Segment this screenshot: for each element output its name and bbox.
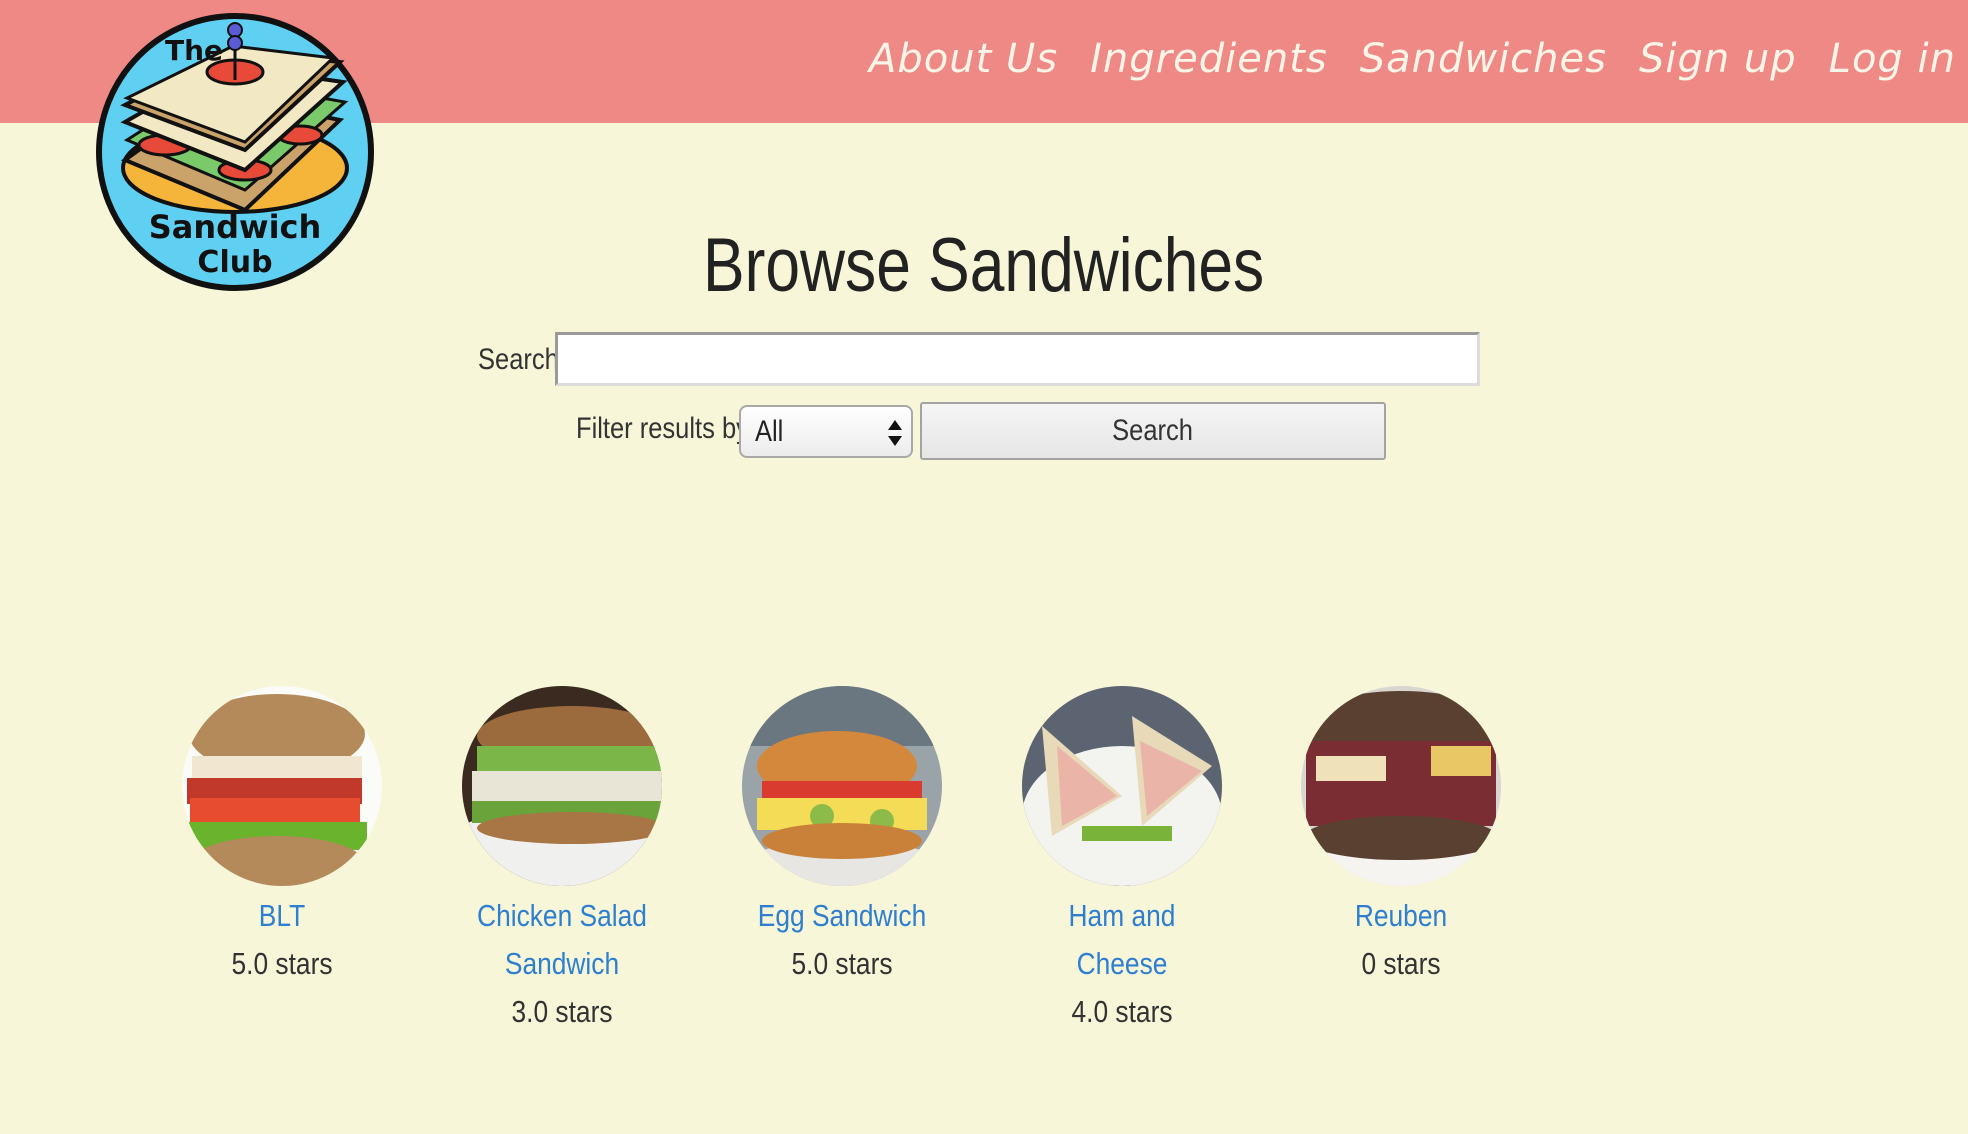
sandwich-rating: 4.0 stars: [1071, 994, 1173, 1029]
sandwich-card-blt: BLT 5.0 stars: [162, 686, 402, 988]
page-title: Browse Sandwiches: [703, 223, 1265, 308]
nav-ingredients[interactable]: Ingredients: [1090, 36, 1328, 82]
select-arrows-icon: [888, 420, 902, 446]
nav-sign-up[interactable]: Sign up: [1639, 36, 1797, 82]
sandwich-name-link[interactable]: Chicken Salad Sandwich: [460, 892, 664, 988]
filter-select[interactable]: All: [739, 405, 913, 458]
main-nav: About Us Ingredients Sandwiches Sign up …: [869, 36, 1956, 82]
sandwich-card-reuben: Reuben 0 stars: [1281, 686, 1521, 988]
sandwich-rating: 5.0 stars: [231, 946, 333, 981]
nav-log-in[interactable]: Log in: [1829, 36, 1956, 82]
logo-text-the: The: [165, 34, 223, 67]
nav-sandwiches[interactable]: Sandwiches: [1360, 36, 1607, 82]
sandwich-name-link[interactable]: Ham and Cheese: [1020, 892, 1224, 988]
sandwich-card-chicken-salad: Chicken Salad Sandwich 3.0 stars: [442, 686, 682, 1036]
filter-label: Filter results by: [576, 412, 749, 445]
sandwich-rating: 5.0 stars: [791, 946, 893, 981]
search-button-label: Search: [1112, 414, 1194, 447]
search-button[interactable]: Search: [920, 402, 1386, 460]
blt-photo[interactable]: [182, 686, 382, 886]
ham-and-cheese-photo[interactable]: [1022, 686, 1222, 886]
sandwich-name-link[interactable]: Reuben: [1299, 892, 1503, 940]
nav-about-us[interactable]: About Us: [869, 36, 1058, 82]
search-input[interactable]: [555, 332, 1480, 386]
search-label: Search: [478, 343, 559, 376]
chicken-salad-photo[interactable]: [462, 686, 662, 886]
sandwich-rating: 3.0 stars: [511, 994, 613, 1029]
sandwich-card-ham-and-cheese: Ham and Cheese 4.0 stars: [1002, 686, 1242, 1036]
sandwich-rating: 0 stars: [1361, 946, 1441, 981]
reuben-photo[interactable]: [1301, 686, 1501, 886]
sandwich-name-link[interactable]: BLT: [180, 892, 384, 940]
filter-selected-value: All: [755, 415, 784, 448]
sandwich-name-link[interactable]: Egg Sandwich: [740, 892, 944, 940]
egg-sandwich-photo[interactable]: [742, 686, 942, 886]
sandwich-card-egg: Egg Sandwich 5.0 stars: [722, 686, 962, 988]
